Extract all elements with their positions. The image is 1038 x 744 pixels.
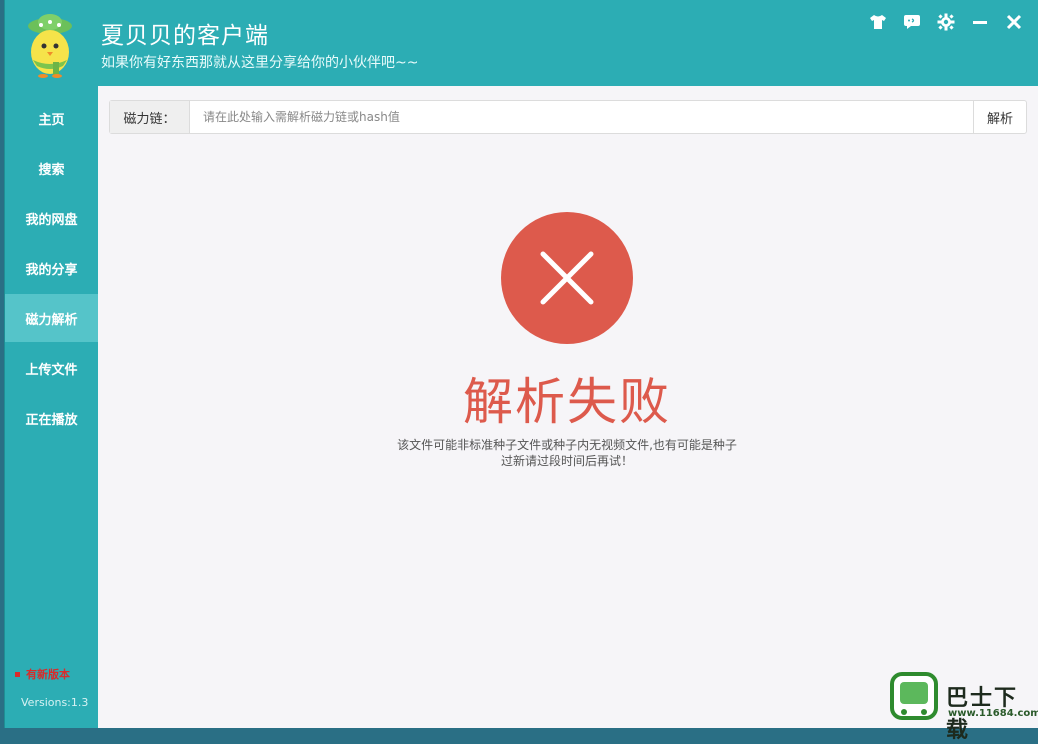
magnet-label: 磁力链：	[110, 101, 190, 133]
sidebar-item-my-drive[interactable]: 我的网盘	[5, 194, 98, 242]
sidebar-item-upload[interactable]: 上传文件	[5, 344, 98, 392]
skin-icon[interactable]	[868, 12, 888, 32]
parse-button[interactable]: 解析	[973, 101, 1026, 133]
watermark-url: www.11684.com	[948, 708, 1038, 719]
title-bar: 夏贝贝的客户端 如果你有好东西那就从这里分享给你的小伙伴吧~~	[5, 0, 1038, 86]
window-controls	[868, 12, 1024, 32]
new-version-link[interactable]: 有新版本	[15, 666, 70, 682]
sidebar-item-now-playing[interactable]: 正在播放	[5, 394, 98, 442]
parse-failed-description: 该文件可能非标准种子文件或种子内无视频文件,也有可能是种子 过新请过段时间后再试…	[335, 437, 799, 469]
minimize-icon[interactable]	[970, 12, 990, 32]
gear-icon[interactable]	[936, 12, 956, 32]
app-window: 夏贝贝的客户端 如果你有好东西那就从这里分享给你的小伙伴吧~~ 主页 搜索 我的…	[4, 0, 1038, 728]
version-label: Versions:1.3	[21, 696, 89, 709]
sidebar-item-magnet-parse[interactable]: 磁力解析	[5, 294, 98, 342]
parse-failed-title: 解析失败	[463, 373, 671, 431]
feedback-icon[interactable]	[902, 12, 922, 32]
new-version-dot-icon	[15, 671, 20, 677]
description-line: 过新请过段时间后再试！	[500, 454, 633, 468]
new-version-label: 有新版本	[26, 668, 70, 681]
magnet-search-bar: 磁力链： 解析	[109, 100, 1027, 134]
error-x-icon	[501, 212, 633, 344]
sidebar-item-my-shares[interactable]: 我的分享	[5, 244, 98, 292]
app-title: 夏贝贝的客户端	[101, 23, 269, 49]
mascot-logo	[17, 10, 83, 80]
app-subtitle: 如果你有好东西那就从这里分享给你的小伙伴吧~~	[101, 55, 419, 71]
sidebar-item-home[interactable]: 主页	[5, 94, 98, 142]
close-icon[interactable]	[1004, 12, 1024, 32]
magnet-input[interactable]	[190, 101, 973, 133]
sidebar: 主页 搜索 我的网盘 我的分享 磁力解析 上传文件 正在播放 有新版本 Vers…	[5, 86, 98, 728]
description-line: 该文件可能非标准种子文件或种子内无视频文件,也有可能是种子	[397, 438, 737, 452]
sidebar-item-search[interactable]: 搜索	[5, 144, 98, 192]
